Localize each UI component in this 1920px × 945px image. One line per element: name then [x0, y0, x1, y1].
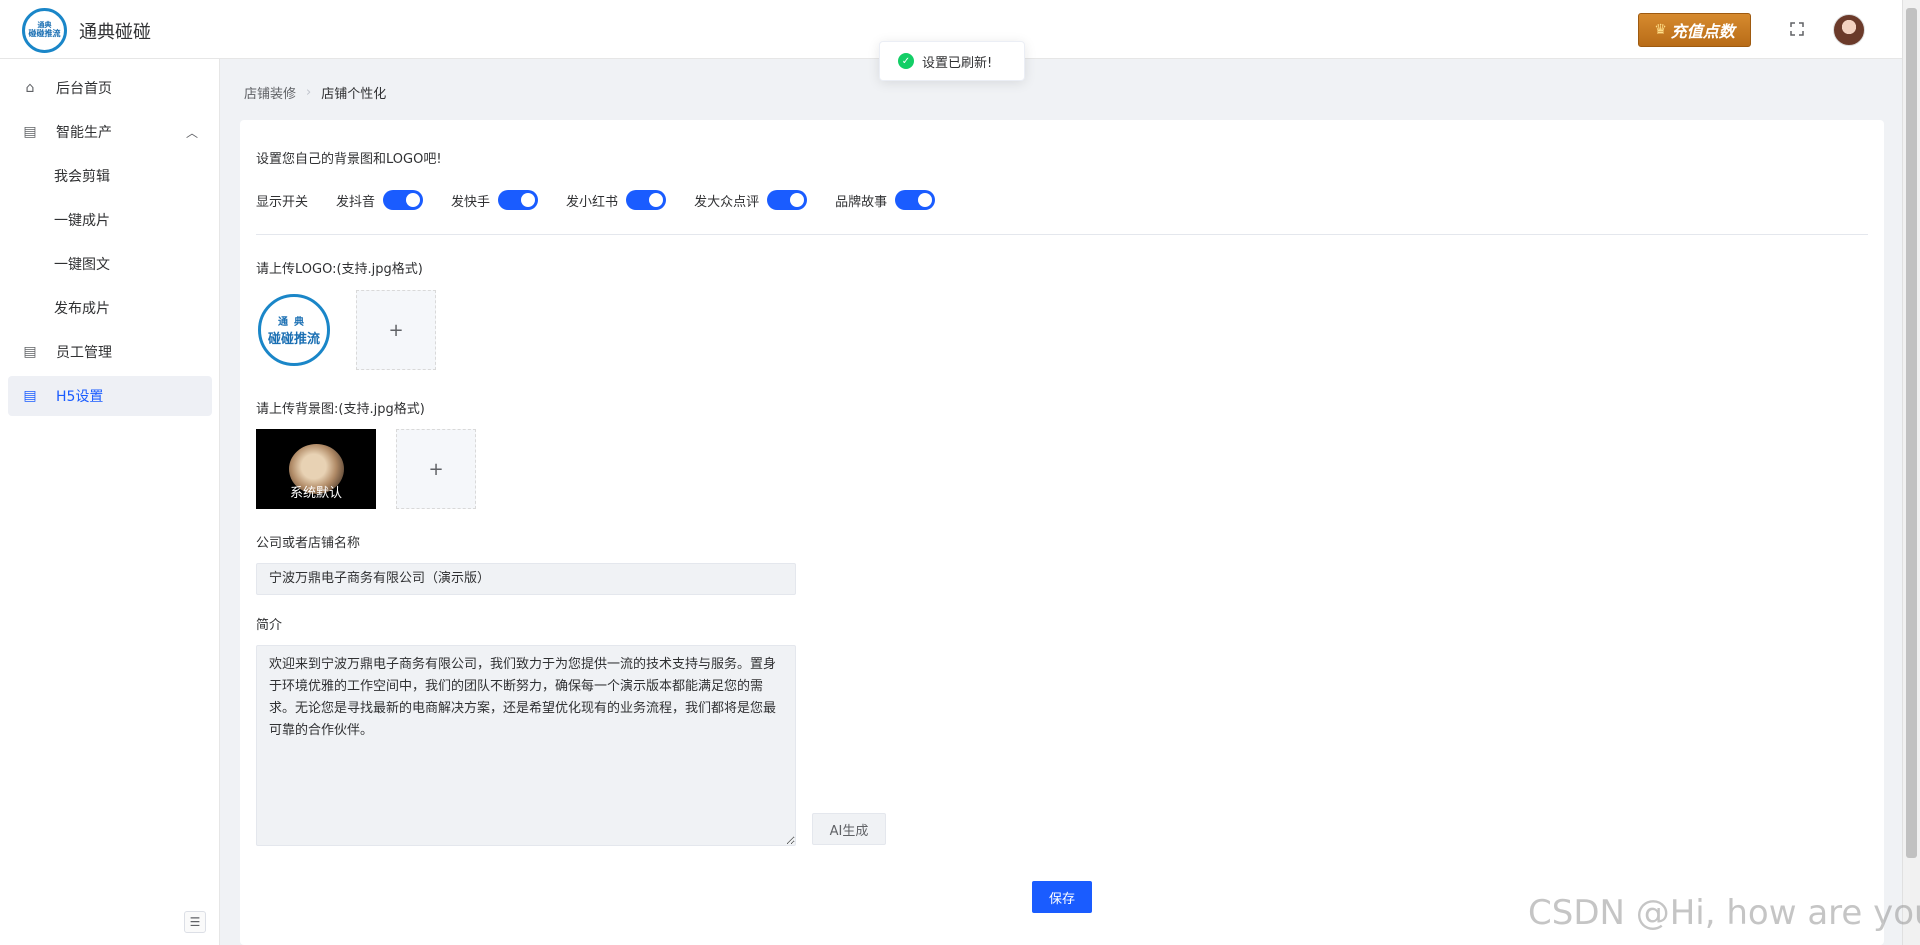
- brand-logo-line2: 碰碰推流: [28, 28, 61, 38]
- save-button[interactable]: 保存: [1032, 881, 1092, 913]
- switch-label: 发快手: [451, 194, 491, 210]
- switch-xiaohongshu: 发小红书: [566, 190, 667, 210]
- toggle-brand-story[interactable]: [895, 190, 936, 210]
- switch-label: 品牌故事: [835, 194, 888, 210]
- sidebar-item-label: 员工管理: [56, 345, 112, 361]
- success-toast: ✓ 设置已刷新!: [879, 41, 1025, 81]
- toggle-kuaishou[interactable]: [498, 190, 539, 210]
- settings-card: 设置您自己的背景图和LOGO吧! 显示开关 发抖音 发快手 发小红书 发大众点评…: [240, 120, 1884, 945]
- divider: [256, 234, 1868, 235]
- sidebar-item-label: 我会剪辑: [54, 169, 110, 185]
- logo-upload-label: 请上传LOGO:(支持.jpg格式): [256, 262, 423, 277]
- breadcrumb: 店铺装修 › 店铺个性化: [244, 83, 386, 102]
- bg-upload-label: 请上传背景图:(支持.jpg格式): [256, 402, 425, 417]
- description-textarea[interactable]: 欢迎来到宁波万鼎电子商务有限公司，我们致力于为您提供一流的技术支持与服务。置身于…: [256, 645, 796, 846]
- switch-row-label: 显示开关: [256, 194, 309, 210]
- plus-icon: +: [388, 319, 404, 341]
- ai-generate-button[interactable]: AI生成: [812, 813, 886, 845]
- document-icon: ▤: [23, 344, 37, 360]
- switch-row: 显示开关 发抖音 发快手 发小红书 发大众点评 品牌故事: [256, 190, 963, 210]
- sidebar-item-staff[interactable]: ▤ 员工管理: [8, 332, 212, 372]
- company-name-input[interactable]: 宁波万鼎电子商务有限公司（演示版）: [256, 563, 796, 595]
- switch-brand-story: 品牌故事: [835, 190, 936, 210]
- document-icon: ▤: [23, 388, 37, 404]
- switch-kuaishou: 发快手: [451, 190, 539, 210]
- sidebar-item-one-click-video[interactable]: 一键成片: [8, 200, 212, 240]
- intro-text: 设置您自己的背景图和LOGO吧!: [256, 152, 442, 167]
- logo-upload-button[interactable]: +: [356, 290, 436, 370]
- logo-preview: 通典 碰碰推流: [258, 294, 330, 366]
- switch-dianping: 发大众点评: [694, 190, 808, 210]
- home-icon: ⌂: [25, 80, 35, 96]
- sidebar-item-one-click-graphic[interactable]: 一键图文: [8, 244, 212, 284]
- toggle-douyin[interactable]: [383, 190, 424, 210]
- sidebar-item-label: 一键图文: [54, 257, 110, 273]
- toggle-dianping[interactable]: [767, 190, 808, 210]
- crown-icon: ♛: [1654, 22, 1667, 38]
- sidebar-item-h5-settings[interactable]: ▤ H5设置: [8, 376, 212, 416]
- sidebar-item-edit[interactable]: 我会剪辑: [8, 156, 212, 196]
- bg-caption: 系统默认: [289, 486, 342, 501]
- switch-label: 发大众点评: [694, 194, 760, 210]
- background-preview: 系统默认: [256, 429, 376, 509]
- brand-name: 通典碰碰: [79, 21, 151, 43]
- sidebar-item-label: 智能生产: [56, 125, 112, 141]
- toggle-xiaohongshu[interactable]: [626, 190, 667, 210]
- recharge-button[interactable]: ♛ 充值点数: [1638, 13, 1751, 47]
- breadcrumb-current: 店铺个性化: [321, 87, 387, 102]
- switch-label: 发抖音: [336, 194, 376, 210]
- page-scrollbar[interactable]: [1902, 0, 1920, 945]
- sidebar-item-label: H5设置: [56, 389, 104, 405]
- sidebar-item-label: 发布成片: [54, 301, 110, 317]
- toast-message: 设置已刷新!: [922, 55, 993, 71]
- company-name-label: 公司或者店铺名称: [256, 536, 361, 551]
- switch-label: 发小红书: [566, 194, 619, 210]
- switch-douyin: 发抖音: [336, 190, 424, 210]
- fullscreen-icon[interactable]: [1788, 20, 1806, 38]
- watermark: CSDN @Hi, how are you: [1528, 893, 1920, 933]
- check-circle-icon: ✓: [898, 53, 914, 69]
- logo-line1: 通典: [278, 317, 310, 328]
- sidebar: ⌂ 后台首页 ▤ 智能生产 ︿ 我会剪辑 一键成片 一键图文 发布成片 ▤ 员工…: [0, 59, 220, 945]
- sidebar-item-label: 后台首页: [56, 81, 112, 97]
- breadcrumb-parent[interactable]: 店铺装修: [244, 83, 296, 102]
- description-label: 简介: [256, 618, 283, 633]
- brand[interactable]: 通典 碰碰推流 通典碰碰: [22, 8, 151, 53]
- brand-logo: 通典 碰碰推流: [22, 8, 67, 53]
- chevron-right-icon: ›: [306, 85, 312, 100]
- bg-upload-button[interactable]: +: [396, 429, 476, 509]
- sidebar-item-smart-production[interactable]: ▤ 智能生产 ︿: [8, 112, 212, 152]
- scroll-thumb[interactable]: [1906, 8, 1917, 858]
- chevron-up-icon: ︿: [185, 126, 198, 140]
- logo-line2: 碰碰推流: [267, 332, 320, 347]
- document-icon: ▤: [23, 124, 37, 140]
- sidebar-item-publish[interactable]: 发布成片: [8, 288, 212, 328]
- sidebar-item-home[interactable]: ⌂ 后台首页: [8, 68, 212, 108]
- recharge-label: 充值点数: [1670, 22, 1735, 41]
- sidebar-item-label: 一键成片: [54, 213, 110, 229]
- avatar[interactable]: [1833, 14, 1865, 46]
- plus-icon: +: [428, 458, 444, 480]
- collapse-sidebar-icon[interactable]: ☰: [184, 911, 206, 933]
